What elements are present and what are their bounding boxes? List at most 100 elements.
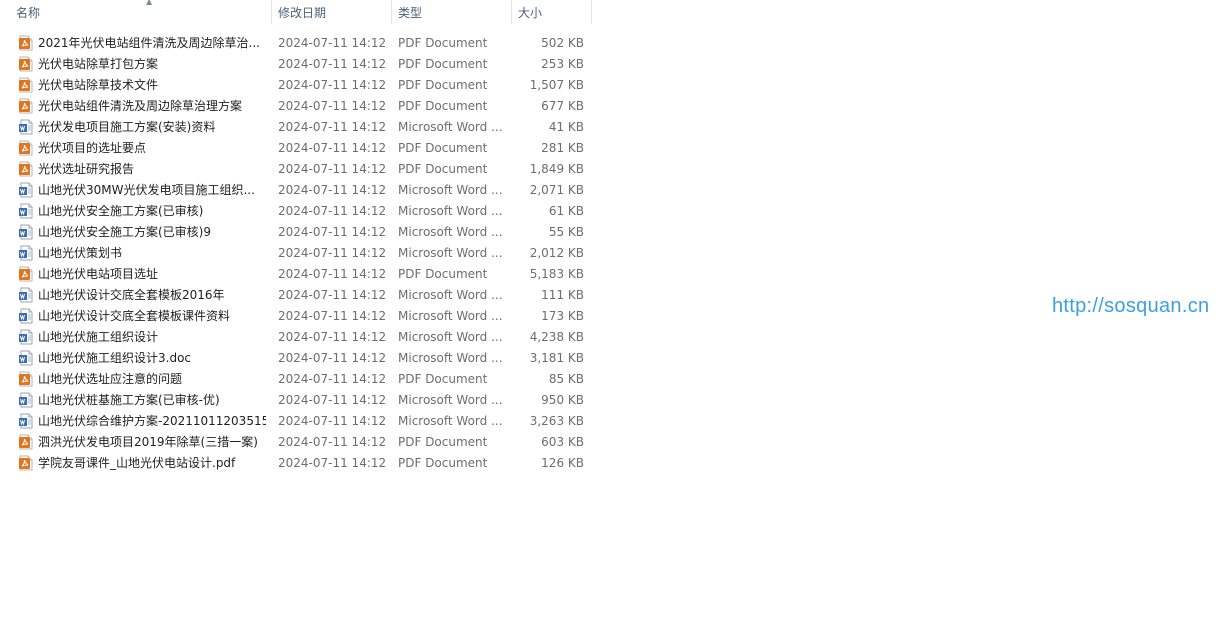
file-size: 950 KB — [541, 393, 584, 407]
file-size: 281 KB — [541, 141, 584, 155]
file-date: 2024-07-11 14:12 — [278, 456, 387, 470]
file-row[interactable]: 泗洪光伏发电项目2019年除草(三措一案) 2024-07-11 14:12 PDF… — [0, 432, 592, 453]
file-row[interactable]: 山地光伏设计交底全套模板2016年 2024-07-11 14:12 Microso… — [0, 285, 592, 306]
file-row[interactable]: 山地光伏选址应注意的问题 2024-07-11 14:12 PDF Document… — [0, 369, 592, 390]
file-type: Microsoft Word ... — [398, 246, 503, 260]
word-icon — [18, 308, 34, 324]
file-row[interactable]: 山地光伏安全施工方案(已审核)9 2024-07-11 14:12 Microsof… — [0, 222, 592, 243]
word-icon — [18, 245, 34, 261]
file-size: 1,507 KB — [529, 78, 584, 92]
file-date: 2024-07-11 14:12 — [278, 204, 387, 218]
pdf-icon — [18, 98, 34, 114]
file-date: 2024-07-11 14:12 — [278, 351, 387, 365]
watermark-url: http://sosquan.cn — [1052, 295, 1210, 317]
word-icon — [18, 392, 34, 408]
file-size: 502 KB — [541, 36, 584, 50]
file-row[interactable]: 学院友哥课件_山地光伏电站设计.pdf 2024-07-11 14:12 PDF D… — [0, 453, 592, 474]
file-type: PDF Document — [398, 141, 488, 155]
pdf-icon — [18, 266, 34, 282]
file-date: 2024-07-11 14:12 — [278, 225, 387, 239]
file-date: 2024-07-11 14:12 — [278, 309, 387, 323]
file-size: 2,071 KB — [529, 183, 584, 197]
pdf-icon — [18, 77, 34, 93]
file-row[interactable]: 山地光伏施工组织设计 2024-07-11 14:12 Microsoft Word… — [0, 327, 592, 348]
file-size: 677 KB — [541, 99, 584, 113]
file-name: 学院友哥课件_山地光伏电站设计.pdf — [38, 456, 236, 470]
file-row[interactable]: 山地光伏安全施工方案(已审核) 2024-07-11 14:12 Microsoft… — [0, 201, 592, 222]
file-row[interactable]: 2021年光伏电站组件清洗及周边除草治... 2024-07-11 14:12 PD… — [0, 33, 592, 54]
column-header-type[interactable]: 类型 — [392, 0, 512, 24]
column-header-bar: 名称 ▲ 修改日期 类型 大小 — [0, 0, 592, 24]
file-date: 2024-07-11 14:12 — [278, 141, 387, 155]
column-header-date-label: 修改日期 — [278, 6, 327, 20]
file-type: Microsoft Word ... — [398, 183, 503, 197]
file-name: 山地光伏设计交底全套模板2016年 — [38, 288, 225, 302]
pdf-icon — [18, 161, 34, 177]
file-name: 山地光伏桩基施工方案(已审核-优) — [38, 393, 220, 407]
file-date: 2024-07-11 14:12 — [278, 246, 387, 260]
file-size: 173 KB — [541, 309, 584, 323]
word-icon — [18, 350, 34, 366]
file-name: 光伏发电项目施工方案(安装)资料 — [38, 120, 216, 134]
file-row[interactable]: 光伏发电项目施工方案(安装)资料 2024-07-11 14:12 Microsof… — [0, 117, 592, 138]
file-type: PDF Document — [398, 267, 488, 281]
pdf-icon — [18, 140, 34, 156]
file-date: 2024-07-11 14:12 — [278, 183, 387, 197]
pdf-icon — [18, 371, 34, 387]
file-name: 山地光伏施工组织设计 — [38, 330, 159, 344]
column-header-name[interactable]: 名称 ▲ — [10, 0, 272, 24]
pdf-icon — [18, 434, 34, 450]
file-type: PDF Document — [398, 57, 488, 71]
file-name: 光伏选址研究报告 — [38, 162, 135, 176]
file-size: 41 KB — [548, 120, 584, 134]
file-row[interactable]: 光伏项目的选址要点 2024-07-11 14:12 PDF Document 281… — [0, 138, 592, 159]
file-row[interactable]: 光伏电站除草技术文件 2024-07-11 14:12 PDF Document 1,… — [0, 75, 592, 96]
file-name: 光伏电站除草技术文件 — [38, 78, 159, 92]
file-type: PDF Document — [398, 78, 488, 92]
file-name: 山地光伏安全施工方案(已审核)9 — [38, 225, 211, 239]
file-name: 泗洪光伏发电项目2019年除草(三措一案) — [38, 435, 258, 449]
file-date: 2024-07-11 14:12 — [278, 372, 387, 386]
file-type: PDF Document — [398, 36, 488, 50]
file-row[interactable]: 光伏选址研究报告 2024-07-11 14:12 PDF Document 1,84… — [0, 159, 592, 180]
file-size: 5,183 KB — [529, 267, 584, 281]
word-icon — [18, 329, 34, 345]
file-row[interactable]: 山地光伏施工组织设计3.doc 2024-07-11 14:12 Microsoft… — [0, 348, 592, 369]
word-icon — [18, 119, 34, 135]
file-row[interactable]: 山地光伏桩基施工方案(已审核-优) 2024-07-11 14:12 Microso… — [0, 390, 592, 411]
file-type: Microsoft Word ... — [398, 393, 503, 407]
file-name: 山地光伏施工组织设计3.doc — [38, 351, 192, 365]
word-icon — [18, 203, 34, 219]
pdf-icon — [18, 56, 34, 72]
file-size: 3,263 KB — [529, 414, 584, 428]
file-row[interactable]: 光伏电站组件清洗及周边除草治理方案 2024-07-11 14:12 PDF Doc… — [0, 96, 592, 117]
file-row[interactable]: 山地光伏设计交底全套模板课件资料 2024-07-11 14:12 Microsof… — [0, 306, 592, 327]
file-row[interactable]: 山地光伏电站项目选址 2024-07-11 14:12 PDF Document 5,… — [0, 264, 592, 285]
file-list: 2021年光伏电站组件清洗及周边除草治... 2024-07-11 14:12 PD… — [0, 33, 592, 474]
file-name: 山地光伏30MW光伏发电项目施工组织... — [38, 183, 255, 197]
file-size: 111 KB — [541, 288, 584, 302]
file-name: 光伏电站组件清洗及周边除草治理方案 — [38, 99, 243, 113]
file-type: PDF Document — [398, 372, 488, 386]
file-row[interactable]: 山地光伏综合维护方案-20211011203515 2024-07-11 14:1… — [0, 411, 592, 432]
file-date: 2024-07-11 14:12 — [278, 288, 387, 302]
file-size: 4,238 KB — [529, 330, 584, 344]
word-icon — [18, 224, 34, 240]
file-row[interactable]: 山地光伏30MW光伏发电项目施工组织... 2024-07-11 14:12 Mic… — [0, 180, 592, 201]
pdf-icon — [18, 455, 34, 471]
file-name: 山地光伏选址应注意的问题 — [38, 372, 183, 386]
file-date: 2024-07-11 14:12 — [278, 162, 387, 176]
file-date: 2024-07-11 14:12 — [278, 393, 387, 407]
file-row[interactable]: 山地光伏策划书 2024-07-11 14:12 Microsoft Word ..… — [0, 243, 592, 264]
file-row[interactable]: 光伏电站除草打包方案 2024-07-11 14:12 PDF Document 25… — [0, 54, 592, 75]
file-name: 光伏项目的选址要点 — [38, 141, 147, 155]
file-name: 光伏电站除草打包方案 — [38, 57, 159, 71]
file-date: 2024-07-11 14:12 — [278, 57, 387, 71]
column-header-size[interactable]: 大小 — [512, 0, 592, 24]
file-size: 3,181 KB — [529, 351, 584, 365]
column-header-date[interactable]: 修改日期 — [272, 0, 392, 24]
file-date: 2024-07-11 14:12 — [278, 99, 387, 113]
file-type: PDF Document — [398, 99, 488, 113]
sort-ascending-icon: ▲ — [146, 0, 153, 6]
file-type: PDF Document — [398, 435, 488, 449]
